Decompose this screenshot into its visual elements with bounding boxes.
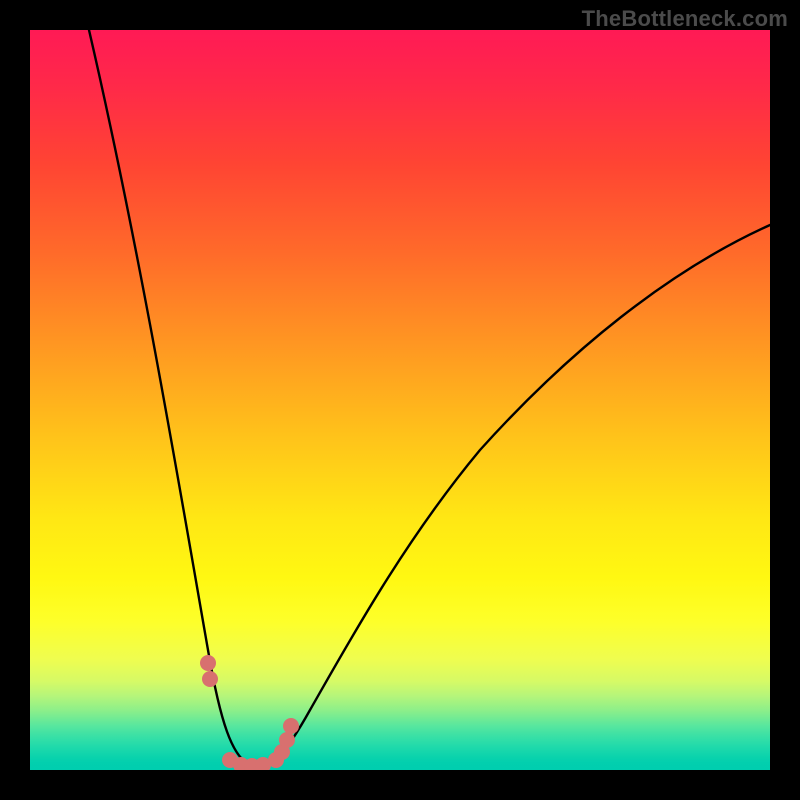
watermark-text: TheBottleneck.com [582,6,788,32]
marker-dot [202,671,218,687]
chart-frame: TheBottleneck.com [0,0,800,800]
bottleneck-curve-path [89,30,770,767]
plot-area [30,30,770,770]
marker-dot [283,718,299,734]
chart-svg [30,30,770,770]
marker-dots-group [200,655,299,770]
marker-dot [279,732,295,748]
marker-dot [200,655,216,671]
